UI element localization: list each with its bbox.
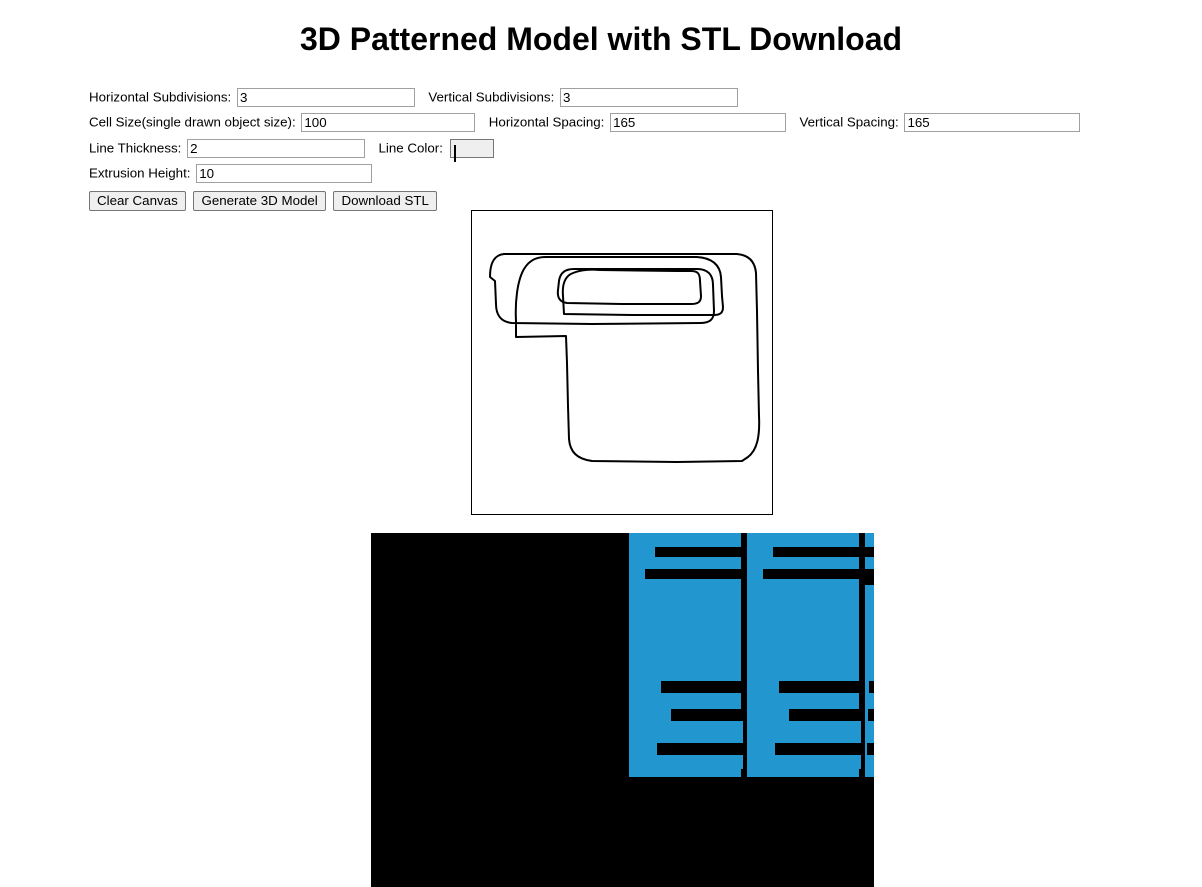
clear-canvas-button[interactable]: Clear Canvas bbox=[89, 190, 186, 211]
three-d-render bbox=[371, 533, 874, 887]
extrusion-row: Extrusion Height: bbox=[89, 162, 1159, 184]
drawn-pattern-path bbox=[489, 253, 761, 463]
vertical-spacing-input[interactable] bbox=[904, 113, 1081, 133]
cell-size-label: Cell Size(single drawn object size): bbox=[89, 114, 296, 130]
controls-panel: Horizontal Subdivisions: Vertical Subdiv… bbox=[89, 86, 1159, 211]
subdivisions-row: Horizontal Subdivisions: Vertical Subdiv… bbox=[89, 86, 1159, 108]
three-d-viewport[interactable] bbox=[371, 533, 874, 887]
page-title: 3D Patterned Model with STL Download bbox=[299, 21, 903, 57]
horizontal-spacing-input[interactable] bbox=[610, 113, 787, 133]
horizontal-spacing-label: Horizontal Spacing: bbox=[488, 114, 605, 130]
vertical-subdivisions-input[interactable] bbox=[560, 87, 739, 107]
thickness-color-row: Line Thickness: Line Color: bbox=[89, 137, 1159, 162]
vertical-subdivisions-label: Vertical Subdivisions: bbox=[428, 89, 555, 105]
download-stl-button[interactable]: Download STL bbox=[333, 190, 437, 211]
cellsize-spacing-row: Cell Size(single drawn object size): Hor… bbox=[89, 111, 1159, 133]
generate-3d-model-button[interactable]: Generate 3D Model bbox=[193, 190, 326, 211]
extrusion-height-label: Extrusion Height: bbox=[89, 165, 191, 181]
hand-drawn-spiral-stroke bbox=[489, 253, 761, 463]
line-thickness-label: Line Thickness: bbox=[89, 140, 182, 156]
line-color-label: Line Color: bbox=[378, 140, 443, 156]
extrusion-height-input[interactable] bbox=[196, 164, 373, 184]
vertical-spacing-label: Vertical Spacing: bbox=[799, 114, 899, 130]
line-thickness-input[interactable] bbox=[187, 138, 366, 158]
line-color-swatch bbox=[453, 144, 456, 162]
horizontal-subdivisions-input[interactable] bbox=[236, 87, 415, 107]
action-buttons: Clear Canvas Generate 3D Model Download … bbox=[89, 190, 1159, 211]
line-color-picker[interactable] bbox=[449, 138, 494, 162]
horizontal-subdivisions-label: Horizontal Subdivisions: bbox=[89, 89, 232, 105]
drawing-canvas[interactable] bbox=[471, 210, 773, 515]
cell-size-input[interactable] bbox=[301, 113, 476, 133]
